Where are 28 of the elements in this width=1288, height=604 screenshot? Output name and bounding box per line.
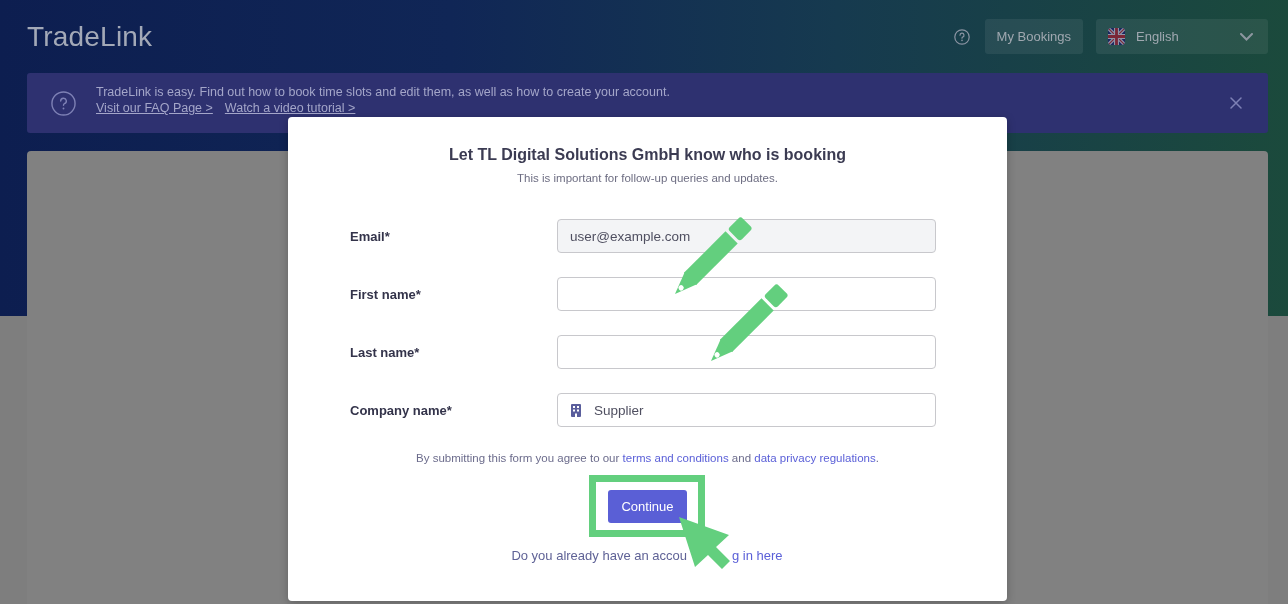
privacy-link[interactable]: data privacy regulations xyxy=(754,452,876,464)
email-label: Email* xyxy=(350,228,390,244)
help-icon[interactable] xyxy=(953,28,970,45)
help-icon xyxy=(51,90,76,116)
faq-link[interactable]: Visit our FAQ Page > xyxy=(96,100,213,116)
continue-button[interactable]: Continue xyxy=(608,490,687,523)
my-bookings-button[interactable]: My Bookings xyxy=(984,19,1083,54)
first-name-label: First name* xyxy=(350,286,421,302)
last-name-label: Last name* xyxy=(350,344,420,360)
last-name-field[interactable] xyxy=(557,335,936,369)
pencil-icon xyxy=(711,283,789,361)
building-icon xyxy=(571,403,581,417)
consent-text: By submitting this form you agree to our terms and conditions and data privacy regulations. xyxy=(416,451,879,466)
company-name-label: Company name* xyxy=(350,402,452,418)
terms-link[interactable]: terms and conditions xyxy=(622,452,729,464)
chevron-down-icon xyxy=(1240,32,1253,41)
dialog-subtitle: This is important for follow-up queries and updates. xyxy=(517,171,778,186)
company-name-field[interactable]: Supplier xyxy=(557,393,936,427)
dialog-title: Let TL Digital Solutions GmbH know who is booking xyxy=(449,145,846,165)
login-link[interactable]: g in here xyxy=(732,548,783,564)
logo-text: TradeLink xyxy=(27,20,153,53)
flag-icon xyxy=(1108,28,1125,45)
close-icon[interactable] xyxy=(1230,97,1242,109)
language-select[interactable]: English xyxy=(1096,19,1268,54)
banner-text: TradeLink is easy. Find out how to book time slots and edit them, as well as how to create your account. xyxy=(96,84,670,100)
video-tutorial-link[interactable]: Watch a video tutorial > xyxy=(224,100,356,116)
first-name-field[interactable] xyxy=(557,277,936,311)
account-question-text: Do you already have an accou xyxy=(511,548,687,564)
